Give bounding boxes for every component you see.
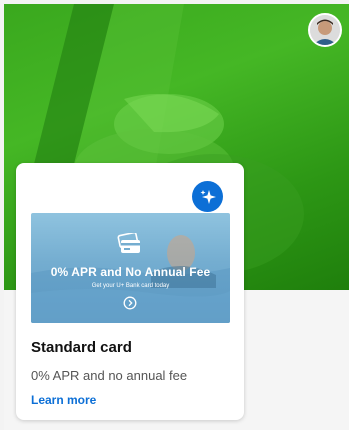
card-description: 0% APR and no annual fee: [31, 368, 188, 383]
profile-avatar[interactable]: [308, 13, 342, 47]
offer-card[interactable]: 0% APR and No Annual Fee Get your U+ Ban…: [16, 163, 244, 420]
learn-more-link[interactable]: Learn more: [31, 393, 96, 407]
chevron-right-circle-icon[interactable]: [123, 296, 137, 310]
credit-card-icon: [117, 233, 140, 253]
banner-subtitle: Get your U+ Bank card today: [91, 283, 170, 289]
sparkle-icon: [200, 189, 216, 204]
user-avatar-icon: [310, 15, 340, 45]
sparkle-badge: [192, 181, 223, 212]
card-title: Standard card: [31, 339, 132, 356]
promo-banner[interactable]: 0% APR and No Annual Fee Get your U+ Ban…: [31, 213, 230, 323]
banner-title: 0% APR and No Annual Fee: [50, 265, 211, 279]
